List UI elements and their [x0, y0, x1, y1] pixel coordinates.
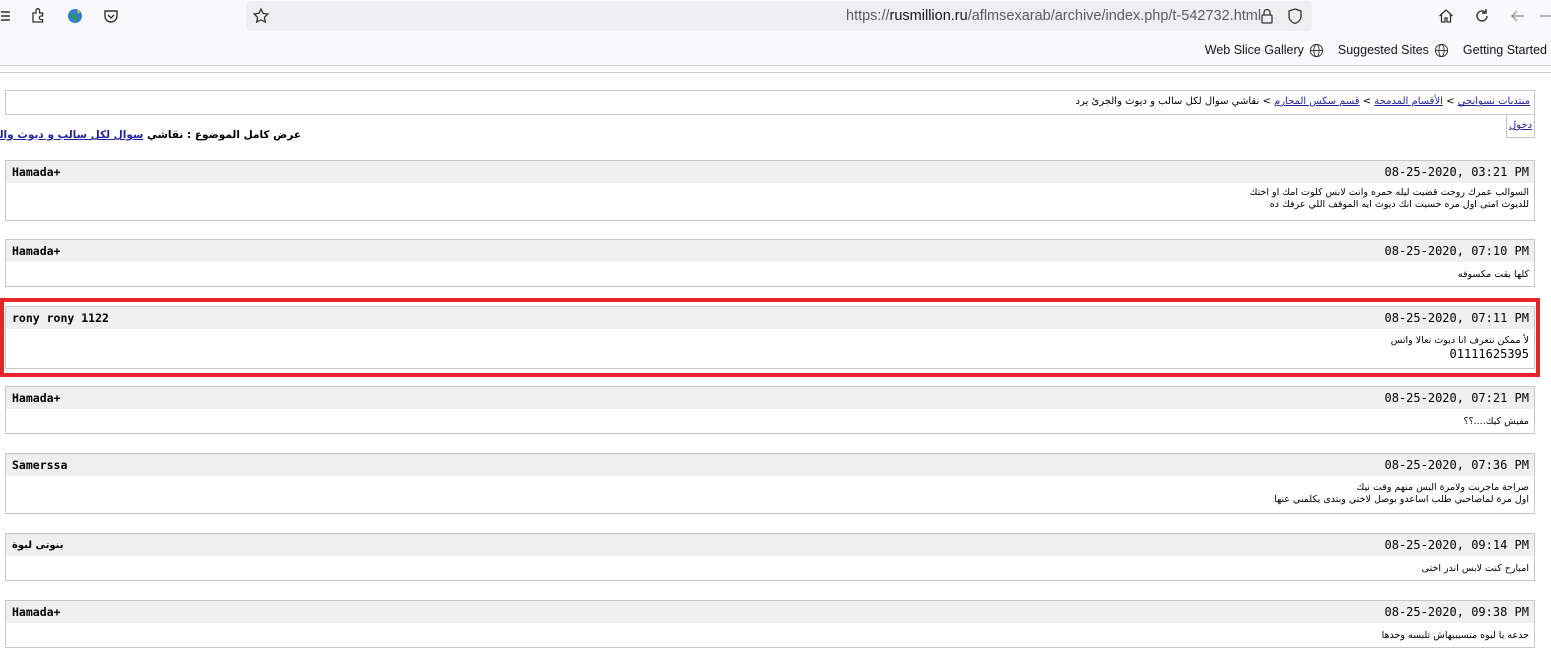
post-date: 08-25-2020, 07:11 PM — [1384, 311, 1530, 325]
post: Hamada+ 08-25-2020, 03:21 PM السوالب عمر… — [5, 160, 1535, 221]
bookmark-star-icon[interactable] — [250, 5, 272, 27]
post: Hamada+ 08-25-2020, 07:21 PM مفيش كيك...… — [5, 386, 1535, 434]
post-author[interactable]: بنوتى لبوة — [12, 540, 63, 551]
globe-addon-icon[interactable] — [64, 5, 86, 27]
address-bar[interactable]: https://rusmillion.ru/aflmsexarab/archiv… — [246, 1, 1312, 31]
menu-icon[interactable] — [0, 5, 12, 27]
pocket-icon[interactable] — [100, 5, 122, 27]
post-date: 08-25-2020, 09:14 PM — [1384, 538, 1530, 552]
home-icon[interactable] — [1435, 5, 1457, 27]
post: Hamada+ 08-25-2020, 09:38 PM جدعه يا لبو… — [5, 600, 1535, 648]
bookmarks-bar: Web Slice Gallery Suggested Sites Gettin… — [1205, 41, 1547, 59]
globe-icon — [1434, 43, 1449, 57]
post: بنوتى لبوة 08-25-2020, 09:14 PM امبارح ك… — [5, 533, 1535, 581]
post-body: مفيش كيك....؟؟ — [1463, 416, 1529, 427]
post-date: 08-25-2020, 03:21 PM — [1384, 165, 1530, 179]
post-author[interactable]: rony rony 1122 — [12, 311, 109, 325]
post-body: لأ ممكن نتعرف انا ديوث تعالا واتس 011116… — [6, 329, 1534, 361]
post-body: كلها بقت مكسوفه — [1457, 269, 1529, 280]
post-date: 08-25-2020, 07:21 PM — [1384, 391, 1530, 405]
browser-toolbar: https://rusmillion.ru/aflmsexarab/archiv… — [0, 0, 1551, 66]
page-title: عرض كامل الموضوع : نقاشي سوال لكل سالب و… — [0, 129, 301, 141]
url-text: https://rusmillion.ru/aflmsexarab/archiv… — [846, 8, 1262, 24]
post-body: جدعه يا لبوه متسيبيهاش تلبسه وحدها — [1381, 630, 1529, 641]
login-box: دخول — [1506, 115, 1535, 138]
breadcrumb-link-forum-home[interactable]: منتديات نسوانجي — [1458, 96, 1530, 107]
breadcrumb-current: نقاشي سوال لكل سالب و ديوث والجرئ يرد — [1075, 96, 1260, 107]
post-author[interactable]: Hamada+ — [12, 605, 60, 619]
post-author[interactable]: Samerssa — [12, 458, 67, 472]
post-date: 08-25-2020, 07:36 PM — [1384, 458, 1530, 472]
post-date: 08-25-2020, 07:10 PM — [1384, 244, 1530, 258]
post-header: بنوتى لبوة 08-25-2020, 09:14 PM — [6, 534, 1534, 556]
post-header: rony rony 1122 08-25-2020, 07:11 PM — [6, 307, 1534, 329]
forward-arrow-icon[interactable] — [1540, 5, 1551, 27]
post: rony rony 1122 08-25-2020, 07:11 PM لأ م… — [5, 306, 1535, 369]
bookmark-suggested-sites[interactable]: Suggested Sites — [1338, 41, 1449, 59]
shield-icon[interactable] — [1284, 5, 1306, 27]
post-header: Hamada+ 08-25-2020, 07:10 PM — [6, 240, 1534, 262]
post-author[interactable]: Hamada+ — [12, 165, 60, 179]
extensions-icon[interactable] — [28, 5, 50, 27]
topic-link[interactable]: سوال لكل سالب و ديوث والجرى يرد — [0, 129, 143, 141]
globe-icon — [1309, 43, 1323, 57]
bookmark-getting-started[interactable]: Getting Started — [1463, 41, 1547, 59]
post-body: السوالب عمرك روحت قضيت ليله حمره وانت لا… — [1249, 187, 1529, 210]
post-body: امبارح كنت لابس اندر اختى — [1421, 563, 1529, 574]
lock-icon[interactable] — [1256, 5, 1278, 27]
breadcrumb-link-merged-sections[interactable]: الأقسام المدمجة — [1374, 96, 1443, 107]
phone-number: 01111625395 — [1449, 347, 1529, 361]
post-header: Samerssa 08-25-2020, 07:36 PM — [6, 454, 1534, 476]
post-header: Hamada+ 08-25-2020, 07:21 PM — [6, 387, 1534, 409]
breadcrumb-link-section[interactable]: قسم سكس المحارم — [1274, 96, 1360, 107]
back-arrow-icon[interactable] — [1507, 5, 1529, 27]
post: Hamada+ 08-25-2020, 07:10 PM كلها بقت مك… — [5, 239, 1535, 287]
post: Samerssa 08-25-2020, 07:36 PM صراحة ماجر… — [5, 453, 1535, 514]
post-header: Hamada+ 08-25-2020, 03:21 PM — [6, 161, 1534, 183]
reload-icon[interactable] — [1471, 5, 1493, 27]
post-author[interactable]: Hamada+ — [12, 391, 60, 405]
breadcrumb: منتديات نسوانجي > الأقسام المدمجة > قسم … — [5, 90, 1535, 115]
post-date: 08-25-2020, 09:38 PM — [1384, 605, 1530, 619]
post-header: Hamada+ 08-25-2020, 09:38 PM — [6, 601, 1534, 623]
post-body: صراحة ماجربت ولامرة البس منهم وقت نيك او… — [1274, 482, 1529, 505]
login-link[interactable]: دخول — [1509, 120, 1532, 131]
post-author[interactable]: Hamada+ — [12, 244, 60, 258]
page-top-divider — [0, 72, 1551, 73]
bookmark-web-slice-gallery[interactable]: Web Slice Gallery — [1205, 41, 1324, 59]
